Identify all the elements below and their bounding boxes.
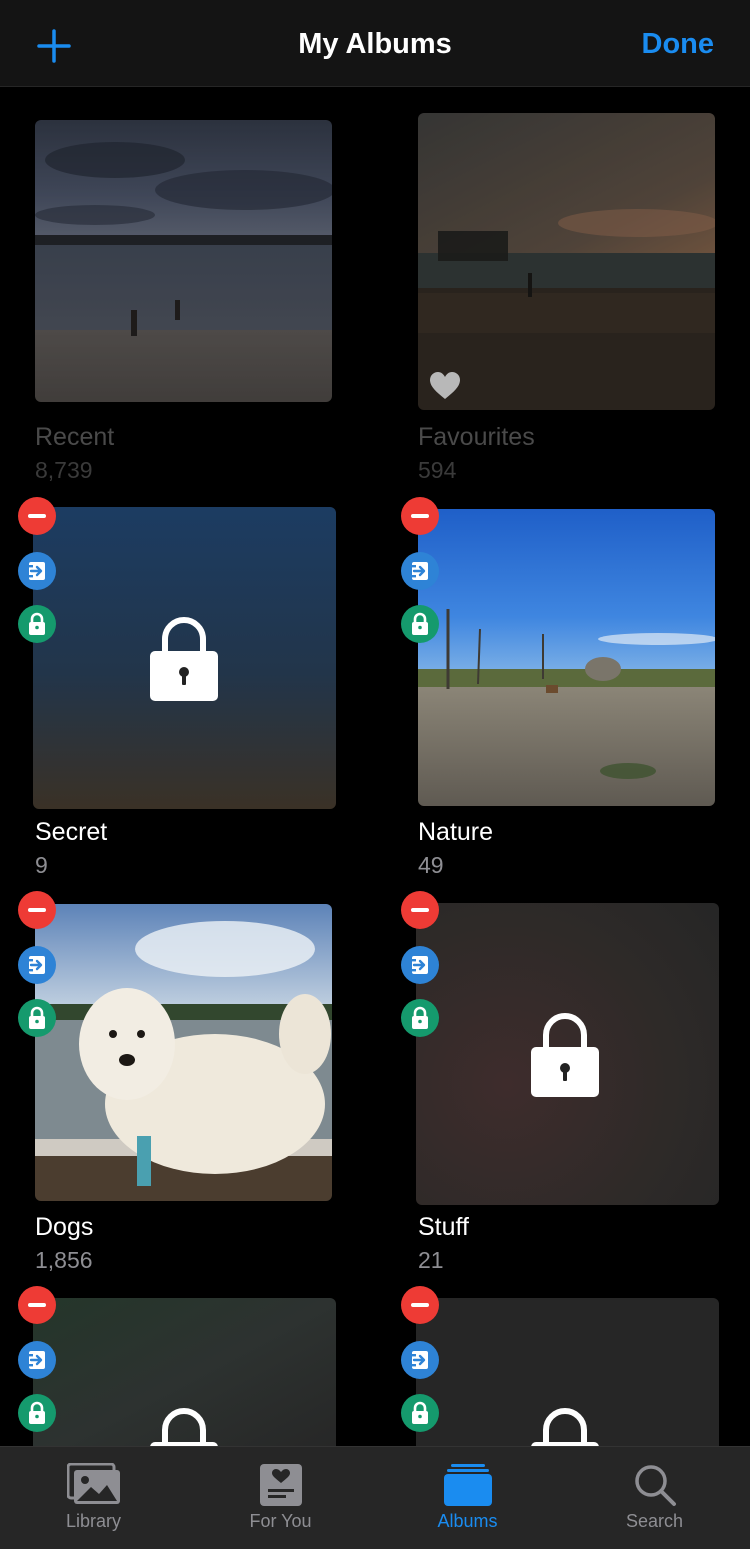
tab-label: Albums	[437, 1511, 498, 1531]
lock-icon	[29, 1006, 45, 1029]
lock-icon	[150, 617, 218, 701]
minus-icon	[28, 1303, 46, 1307]
dog-photo	[35, 904, 332, 1201]
tab-albums[interactable]: Albums	[374, 1447, 561, 1549]
move-icon	[29, 956, 45, 974]
lock-icon	[412, 1006, 428, 1029]
lock-icon	[412, 612, 428, 635]
album-name: Dogs	[35, 1213, 94, 1241]
lock-album-button[interactable]	[18, 999, 56, 1037]
minus-icon	[411, 514, 429, 518]
move-icon	[29, 1351, 45, 1369]
move-icon	[412, 562, 428, 580]
move-album-button[interactable]	[401, 1341, 439, 1379]
delete-album-button[interactable]	[401, 1286, 439, 1324]
album-name: Recent	[35, 423, 115, 451]
heart-icon	[430, 372, 460, 399]
move-icon	[412, 1351, 428, 1369]
minus-icon	[411, 908, 429, 912]
landscape-photo	[418, 509, 715, 806]
lock-icon	[531, 1013, 599, 1097]
album-count: 21	[418, 1247, 444, 1273]
album-count: 1,856	[35, 1247, 93, 1273]
tab-label: For You	[249, 1511, 312, 1531]
tab-label: Library	[65, 1511, 122, 1531]
move-icon	[29, 562, 45, 580]
album-name: Favourites	[418, 423, 535, 451]
album-thumbnail[interactable]	[418, 509, 715, 806]
album-count: 49	[418, 852, 444, 878]
tab-label: Search	[625, 1511, 684, 1531]
minus-icon	[28, 514, 46, 518]
lock-album-button[interactable]	[401, 999, 439, 1037]
lock-album-button[interactable]	[401, 1394, 439, 1432]
move-album-button[interactable]	[401, 552, 439, 590]
search-icon	[634, 1465, 676, 1506]
album-thumbnail[interactable]	[35, 904, 332, 1201]
library-icon	[66, 1463, 120, 1504]
minus-icon	[28, 908, 46, 912]
album-count: 8,739	[35, 457, 93, 483]
tab-search[interactable]: Search	[561, 1447, 748, 1549]
album-name: Secret	[35, 818, 108, 846]
album-name: Nature	[418, 818, 494, 846]
lock-album-button[interactable]	[18, 605, 56, 643]
album-thumbnail[interactable]	[416, 903, 719, 1205]
album-thumbnail[interactable]	[418, 113, 715, 410]
move-album-button[interactable]	[18, 552, 56, 590]
move-album-button[interactable]	[401, 946, 439, 984]
delete-album-button[interactable]	[401, 891, 439, 929]
nav-header: My Albums Done	[0, 0, 750, 87]
tab-library[interactable]: Library	[0, 1447, 187, 1549]
albums-icon	[443, 1464, 492, 1506]
lock-icon	[29, 612, 45, 635]
tab-for-you[interactable]: For You	[187, 1447, 374, 1549]
beach-dusk-photo	[35, 120, 332, 402]
lock-icon	[412, 1401, 428, 1424]
tab-bar: Library For You Albums Search	[0, 1446, 750, 1549]
delete-album-button[interactable]	[18, 891, 56, 929]
lock-album-button[interactable]	[18, 1394, 56, 1432]
album-thumbnail[interactable]	[33, 507, 336, 809]
done-button[interactable]: Done	[642, 28, 715, 61]
delete-album-button[interactable]	[18, 1286, 56, 1324]
album-name: Stuff	[418, 1213, 469, 1241]
lock-album-button[interactable]	[401, 605, 439, 643]
delete-album-button[interactable]	[401, 497, 439, 535]
album-count: 594	[418, 457, 457, 483]
album-thumbnail[interactable]	[33, 1298, 336, 1458]
beach-sunset-photo	[418, 113, 715, 410]
album-count: 9	[35, 852, 48, 878]
lock-icon	[29, 1401, 45, 1424]
move-icon	[412, 956, 428, 974]
delete-album-button[interactable]	[18, 497, 56, 535]
move-album-button[interactable]	[18, 1341, 56, 1379]
minus-icon	[411, 1303, 429, 1307]
album-thumbnail[interactable]	[416, 1298, 719, 1458]
album-thumbnail[interactable]	[35, 120, 332, 402]
for-you-icon	[259, 1464, 302, 1506]
page-title: My Albums	[298, 28, 452, 60]
move-album-button[interactable]	[18, 946, 56, 984]
